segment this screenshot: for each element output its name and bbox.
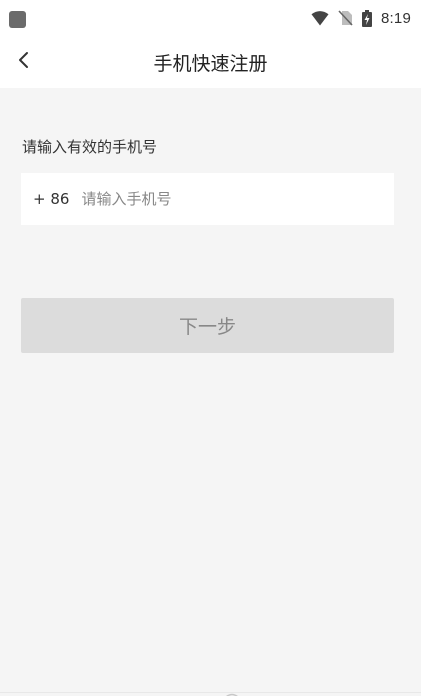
status-bar: 8:19 — [0, 0, 421, 34]
phone-number-input[interactable] — [81, 173, 394, 225]
bottom-arc-icon — [221, 686, 243, 696]
phone-prompt-label: 请输入有效的手机号 — [22, 138, 158, 156]
country-code[interactable]: + 86 — [33, 190, 69, 208]
battery-charging-icon — [362, 9, 372, 27]
no-sim-icon — [338, 10, 353, 26]
phone-input-row: + 86 — [21, 173, 394, 225]
page-title: 手机快速注册 — [153, 53, 268, 75]
wifi-icon — [311, 10, 329, 26]
status-time: 8:19 — [381, 9, 411, 27]
bottom-divider — [0, 692, 421, 693]
register-form: 请输入有效的手机号 + 86 下一步 — [0, 88, 421, 692]
app-notification-icon — [9, 11, 26, 28]
next-step-button[interactable]: 下一步 — [21, 298, 394, 353]
nav-bar: 手机快速注册 — [0, 34, 421, 88]
status-icons: 8:19 — [311, 8, 411, 28]
